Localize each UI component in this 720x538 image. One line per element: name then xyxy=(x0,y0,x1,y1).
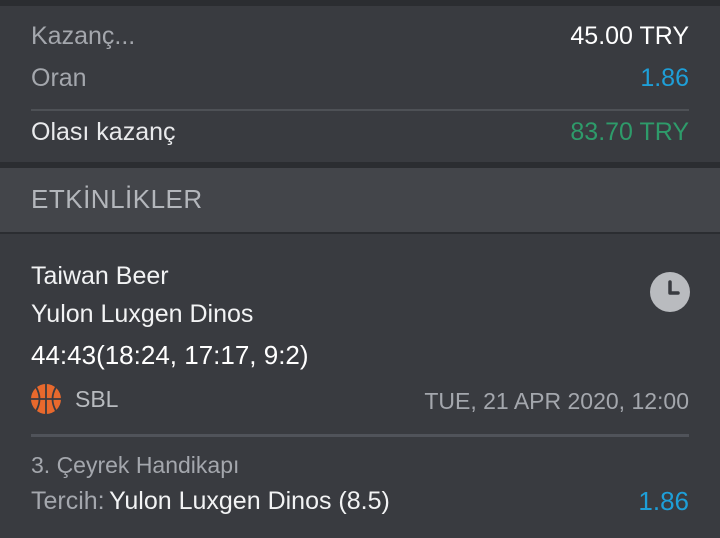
potential-win-label: Olası kazanç xyxy=(31,118,176,146)
event-card[interactable]: Taiwan Beer Yulon Luxgen Dinos 44:43(18:… xyxy=(0,234,720,538)
pick-text: Tercih: Yulon Luxgen Dinos (8.5) xyxy=(31,487,390,516)
odds-value: 1.86 xyxy=(640,64,689,92)
event-divider xyxy=(31,434,689,437)
pick-value: Yulon Luxgen Dinos (8.5) xyxy=(109,487,390,515)
pick-label: Tercih: xyxy=(31,487,105,515)
events-section-header[interactable]: ETKİNLİKLER xyxy=(0,168,720,234)
potential-win-value: 83.70 TRY xyxy=(570,118,689,146)
league-info: SBL xyxy=(31,384,118,414)
stake-label: Kazanç... xyxy=(31,22,136,50)
market-name: 3. Çeyrek Handikapı xyxy=(31,452,240,478)
events-header-title: ETKİNLİKLER xyxy=(31,184,203,214)
event-datetime: TUE, 21 APR 2020, 12:00 xyxy=(424,388,689,414)
pick-row: Tercih: Yulon Luxgen Dinos (8.5) 1.86 xyxy=(31,486,689,517)
pick-odds: 1.86 xyxy=(638,486,689,516)
stake-row: Kazanç... 45.00 TRY xyxy=(31,22,689,51)
basketball-icon xyxy=(31,384,61,414)
stake-value: 45.00 TRY xyxy=(570,22,689,50)
summary-divider xyxy=(31,109,689,111)
odds-row: Oran 1.86 xyxy=(31,64,689,93)
potential-win-row: Olası kazanç 83.70 TRY xyxy=(31,118,689,147)
league-name: SBL xyxy=(75,385,119,412)
home-team: Taiwan Beer xyxy=(31,262,169,290)
clock-icon[interactable] xyxy=(650,272,690,312)
live-score: 44:43(18:24, 17:17, 9:2) xyxy=(31,340,309,370)
odds-label: Oran xyxy=(31,64,87,92)
bet-summary: Kazanç... 45.00 TRY Oran 1.86 Olası kaza… xyxy=(0,6,720,162)
away-team: Yulon Luxgen Dinos xyxy=(31,300,254,328)
